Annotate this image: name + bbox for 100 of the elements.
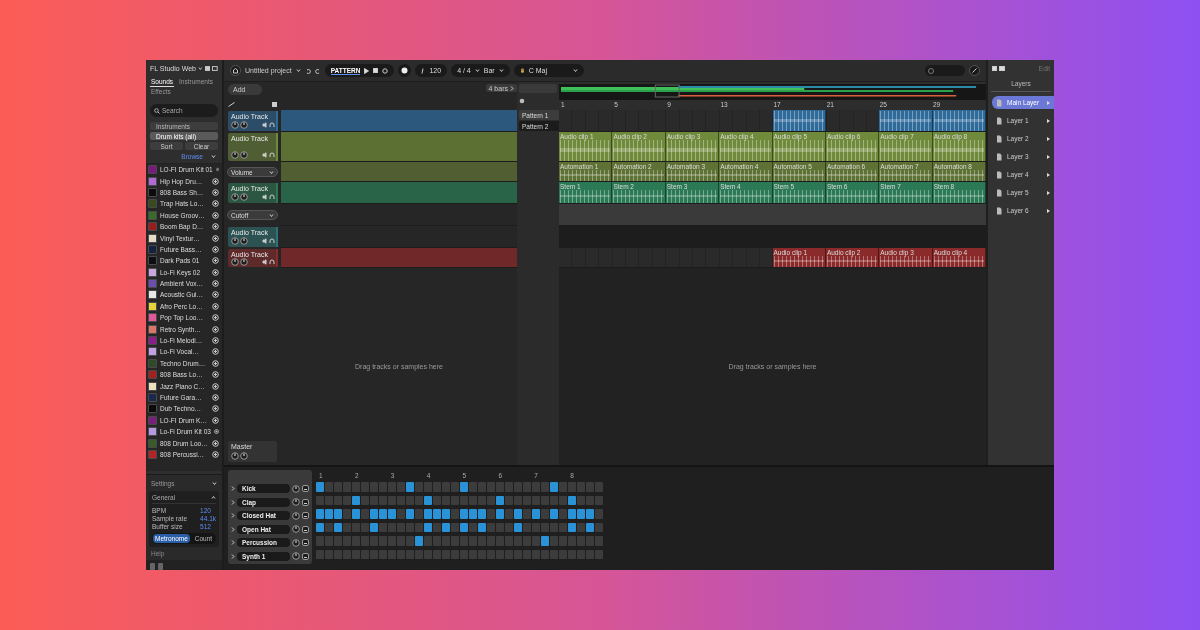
step-pad[interactable] (586, 522, 594, 532)
speaker-icon[interactable] (262, 152, 268, 158)
add-icon[interactable] (212, 325, 219, 333)
arrangement-clip[interactable] (879, 110, 933, 131)
mute-knob-icon[interactable] (292, 511, 300, 520)
add-icon[interactable] (212, 348, 219, 356)
knob-icon[interactable] (240, 121, 248, 129)
knob-icon[interactable] (240, 151, 248, 159)
headphones-icon[interactable] (269, 152, 275, 158)
columns-icon[interactable] (992, 65, 997, 71)
chevron-icon (231, 499, 235, 505)
arrangement-clip[interactable] (772, 110, 826, 131)
play-icon[interactable] (364, 67, 370, 74)
pencil-icon[interactable] (228, 102, 235, 107)
headphones-icon[interactable] (269, 259, 275, 265)
redo-icon[interactable] (314, 67, 321, 74)
step-pad[interactable] (478, 522, 486, 532)
knob-icon[interactable] (240, 452, 248, 460)
mute-knob-icon[interactable] (292, 538, 300, 547)
add-icon[interactable] (212, 280, 219, 288)
add-icon[interactable] (212, 405, 219, 413)
step-pad[interactable] (370, 522, 378, 532)
caret-icon (474, 68, 480, 73)
window-icon[interactable] (212, 65, 218, 71)
piano-roll-icon[interactable] (302, 512, 309, 520)
knob-icon[interactable] (240, 258, 248, 266)
speaker-icon[interactable] (262, 259, 268, 265)
play-icon (1047, 190, 1050, 195)
add-icon[interactable] (212, 211, 219, 219)
chevron-icon (231, 553, 235, 559)
piano-roll-icon[interactable] (302, 525, 309, 533)
piano-roll-icon[interactable] (302, 539, 309, 547)
loop-icon[interactable] (382, 67, 389, 74)
add-icon[interactable] (212, 200, 219, 208)
window-icon[interactable] (999, 65, 1005, 71)
mute-knob-icon[interactable] (292, 498, 300, 507)
knob-icon[interactable] (231, 193, 239, 201)
add-icon[interactable] (212, 439, 219, 447)
knob-icon[interactable] (240, 193, 248, 201)
expand-icon[interactable] (969, 65, 980, 76)
piano-roll-icon[interactable] (302, 552, 309, 560)
add-icon[interactable] (212, 416, 219, 424)
step-pad[interactable] (352, 495, 360, 505)
knob-icon[interactable] (231, 237, 239, 245)
gear-icon[interactable] (519, 98, 525, 104)
speaker-icon[interactable] (262, 194, 268, 200)
speaker-icon[interactable] (262, 238, 268, 244)
add-icon[interactable] (212, 382, 219, 390)
speaker-icon[interactable] (262, 122, 268, 128)
step-pad[interactable] (316, 522, 324, 532)
add-icon[interactable] (212, 223, 219, 231)
search-icon (154, 108, 160, 114)
add-icon[interactable] (212, 268, 219, 276)
knob-icon[interactable] (240, 237, 248, 245)
add-icon[interactable] (212, 257, 219, 265)
step-pad[interactable] (514, 522, 522, 532)
knob-icon[interactable] (231, 151, 239, 159)
add-icon[interactable] (212, 188, 219, 196)
headphones-icon[interactable] (269, 194, 275, 200)
caret-icon (212, 481, 217, 486)
add-icon[interactable] (212, 177, 219, 185)
mute-knob-icon[interactable] (292, 552, 300, 561)
headphones-icon[interactable] (269, 238, 275, 244)
step-pad[interactable] (334, 522, 342, 532)
mute-knob-icon[interactable] (292, 484, 300, 493)
add-icon[interactable] (212, 314, 219, 322)
knob-icon[interactable] (231, 258, 239, 266)
add-icon[interactable] (212, 371, 219, 379)
step-pad[interactable] (568, 495, 576, 505)
home-icon[interactable] (230, 65, 241, 76)
step-pad[interactable] (460, 522, 468, 532)
knob-icon[interactable] (231, 452, 239, 460)
step-pad[interactable] (424, 495, 432, 505)
add-icon[interactable] (212, 359, 219, 367)
arrangement-clip[interactable] (932, 110, 986, 131)
panel-icon[interactable] (204, 65, 211, 71)
add-icon[interactable] (213, 428, 219, 436)
chevron-icon (231, 526, 235, 532)
record-button[interactable] (398, 64, 412, 77)
undo-icon[interactable] (304, 67, 311, 74)
add-icon[interactable] (212, 234, 219, 242)
play-icon (1047, 154, 1050, 159)
add-icon[interactable] (212, 450, 219, 458)
headphones-icon[interactable] (269, 122, 275, 128)
step-pad[interactable] (424, 522, 432, 532)
add-icon[interactable] (212, 291, 219, 299)
add-icon[interactable] (212, 302, 219, 310)
split-icon[interactable] (272, 102, 277, 107)
step-pad[interactable] (496, 495, 504, 505)
add-icon[interactable] (212, 337, 219, 345)
stop-icon[interactable] (373, 68, 379, 73)
knob-icon[interactable] (231, 121, 239, 129)
add-icon[interactable] (212, 394, 219, 401)
record-icon (401, 67, 409, 74)
step-pad[interactable] (568, 522, 576, 532)
mute-knob-icon[interactable] (292, 525, 300, 534)
piano-roll-icon[interactable] (302, 485, 309, 493)
add-icon[interactable] (212, 245, 219, 253)
step-pad[interactable] (442, 522, 450, 532)
piano-roll-icon[interactable] (302, 498, 309, 506)
